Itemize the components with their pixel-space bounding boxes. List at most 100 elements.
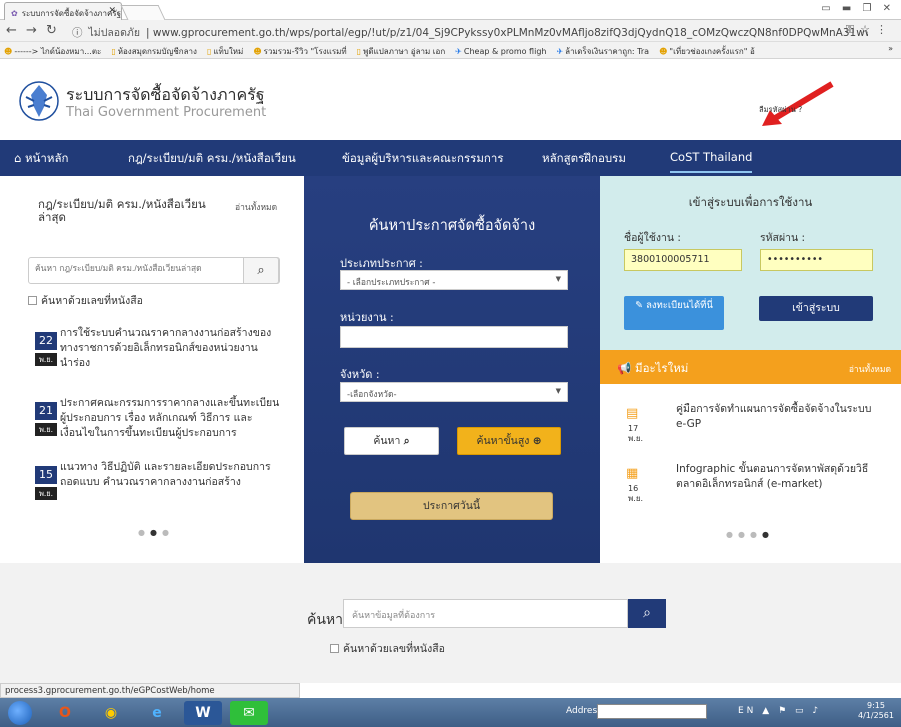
procurement-search-title: ค้นหาประกาศจัดซื้อจัดจ้าง (368, 218, 536, 234)
announce-type-select[interactable]: - เลือกประเภทประกาศ - ▼ (340, 270, 568, 290)
today-announcements-button[interactable]: ประกาศวันนี้ (350, 492, 553, 520)
bookmark-item[interactable]: ✈ Cheap & promo fligh (455, 47, 546, 56)
search-icon[interactable]: ⌕ (243, 257, 279, 284)
item-date: 17 พ.ย. (628, 424, 643, 444)
search-icon: ⌕ (403, 435, 410, 447)
nav-regulations[interactable]: กฎ/ระเบียบ/มติ ครม./หนังสือเวียน (128, 150, 296, 168)
search-button[interactable]: ค้นหา ⌕ (344, 427, 439, 455)
back-icon[interactable]: ← (6, 23, 17, 38)
taskbar-address-input[interactable] (597, 704, 707, 719)
read-all-link[interactable]: อ่านทั้งหมด (235, 200, 277, 214)
bookmark-item[interactable]: ☻ รวมรวม-รีวิว "โรงแรมที่ (253, 45, 346, 58)
whats-new-header: 📢 มีอะไรใหม่ อ่านทั้งหมด (600, 350, 901, 384)
home-icon: ⌂ (14, 151, 22, 165)
item-text[interactable]: Infographic ขั้นตอนการจัดหาพัสดุด้วยวิธี… (676, 462, 876, 492)
browser-status-bar: process3.gprocurement.go.th/eGPCostWeb/h… (0, 683, 300, 698)
site-subtitle: Thai Government Procurement (66, 105, 267, 120)
search-by-number-checkbox[interactable]: ค้นหาด้วยเลขที่หนังสือ (330, 640, 445, 657)
bookmark-item[interactable]: ▯ พูดีแปลภาษา อู่ลาม เอก (357, 45, 445, 58)
agency-label: หน่วยงาน : (340, 308, 394, 327)
windows-taskbar: O ◉ e W ✉ Address EN ▲ ⚑ ▭ ♪ 9:15 4/1/256… (0, 698, 901, 727)
bookmark-item[interactable]: ▯ แท็บใหม่ (207, 45, 243, 58)
bookmark-item[interactable]: ☻ ------> ไกด์น้องหมา...ตะ (4, 45, 101, 58)
plane-icon: ✈ (556, 47, 564, 56)
key-icon[interactable]: ⚿ (846, 23, 860, 36)
search-by-number-checkbox[interactable]: ค้นหาด้วยเลขที่หนังสือ (28, 292, 143, 309)
bookmark-label: Cheap & promo fligh (463, 47, 547, 56)
login-title: เข้าสู่ระบบเพื่อการใช้งาน (688, 195, 813, 209)
site-search-input[interactable]: ค้นหาข้อมูลที่ต้องการ (343, 599, 628, 628)
login-panel: เข้าสู่ระบบเพื่อการใช้งาน ชื่อผู้ใช้งาน … (600, 176, 901, 350)
bookmarks-more-icon[interactable]: » (888, 44, 893, 53)
url-input[interactable]: ⓘ ไม่ปลอดภัย | www.gprocurement.go.th/wps/… (68, 22, 868, 40)
password-field[interactable]: •••••••••• (760, 249, 873, 271)
bookmark-item[interactable]: ☻ "เที่ยวช่องเกงครั้งแรก" อ้ (659, 45, 755, 58)
internet-explorer-icon[interactable]: e (138, 701, 176, 725)
language-indicator[interactable]: EN (738, 706, 756, 716)
clock[interactable]: 9:15 4/1/2561 (858, 701, 894, 721)
info-icon[interactable]: ⓘ (72, 27, 83, 39)
list-item[interactable]: ▦ 16 พ.ย. Infographic ขั้นตอนการจัดหาพัสด… (620, 462, 890, 512)
nav-cost-thailand[interactable]: CoST Thailand (670, 150, 753, 173)
checkbox-box[interactable] (330, 644, 339, 653)
nav-home[interactable]: ⌂ หน้าหลัก (14, 150, 68, 168)
whats-new-read-all[interactable]: อ่านทั้งหมด (849, 362, 891, 376)
chevron-down-icon: ▼ (555, 275, 561, 283)
news-item[interactable]: 22 พ.ย. การใช้ระบบคำนวณราคากลางงานก่อสร้า… (35, 326, 285, 386)
nav-home-label: หน้าหลัก (24, 151, 69, 165)
word-icon[interactable]: W (184, 701, 222, 725)
news-item[interactable]: 21 พ.ย. ประกาศคณะกรรมการราคากลางและขึ้นทะ… (35, 396, 285, 456)
news-text[interactable]: ประกาศคณะกรรมการราคากลางและขึ้นทะเบียนผู… (60, 396, 285, 441)
province-value: -เลือกจังหวัด- (347, 390, 397, 400)
agency-input[interactable] (340, 326, 568, 348)
new-tab-button[interactable] (120, 5, 166, 20)
advanced-search-label: ค้นหาขั้นสูง (476, 435, 530, 447)
bookmark-item[interactable]: ▯ ห้องสมุดกรมบัญชีกลาง (111, 45, 197, 58)
bookmark-label: ล้าเดร็จเงินราคาถูก: Tra (565, 47, 650, 56)
browser-tab[interactable]: ✿ ระบบการจัดซื้อจัดจ้างภาครัฐ ✕ (4, 2, 122, 20)
regulations-search: ⌕ (28, 257, 280, 284)
main-navbar: ⌂ หน้าหลัก กฎ/ระเบียบ/มติ ครม./หนังสือเว… (0, 140, 901, 176)
close-tab-icon[interactable]: ✕ (108, 6, 116, 16)
item-date: 16 พ.ย. (628, 484, 643, 504)
window-controls[interactable]: ▭ ▬ ❐ ✕ (821, 3, 895, 14)
menu-icon[interactable]: ⋮ (876, 23, 893, 36)
megaphone-icon: 📢 (617, 361, 632, 375)
reload-icon[interactable]: ↻ (46, 23, 57, 38)
outlook-icon[interactable]: O (46, 701, 84, 725)
garuda-logo-icon[interactable] (18, 77, 60, 125)
plane-icon: ✈ (455, 47, 462, 56)
chevron-down-icon: ▼ (555, 387, 561, 395)
nav-executives[interactable]: ข้อมูลผู้บริหารและคณะกรรมการ (342, 150, 504, 168)
carousel-dots[interactable]: ●●●● (726, 530, 774, 539)
carousel-dots[interactable]: ●●● (138, 528, 174, 537)
regulations-panel: กฎ/ระเบียบ/มติ ครม./หนังสือเวียนล่าสุด อ… (0, 176, 304, 556)
regulations-search-input[interactable] (35, 263, 235, 273)
list-item[interactable]: ▤ 17 พ.ย. คู่มือการจัดทำแผนการจัดซื้อจัดจ… (620, 402, 890, 452)
line-app-icon[interactable]: ✉ (230, 701, 268, 725)
smile-icon: ☻ (4, 47, 13, 56)
search-icon[interactable]: ⌕ (628, 599, 666, 628)
province-select[interactable]: -เลือกจังหวัด- ▼ (340, 382, 568, 402)
bookmark-item[interactable]: ✈ ล้าเดร็จเงินราคาถูก: Tra (556, 45, 649, 58)
nav-training[interactable]: หลักสูตรฝึกอบรม (542, 150, 626, 168)
chrome-icon[interactable]: ◉ (92, 701, 130, 725)
login-button[interactable]: เข้าสู่ระบบ (759, 296, 873, 321)
star-icon[interactable]: ☆ (860, 23, 876, 36)
advanced-search-button[interactable]: ค้นหาขั้นสูง ⊕ (457, 427, 561, 455)
news-text[interactable]: แนวทาง วิธีปฏิบัติ และรายละเอียดประกอบกา… (60, 460, 285, 490)
start-button-icon[interactable] (8, 701, 32, 725)
address-actions[interactable]: ⚿☆⋮ (846, 23, 893, 37)
forgot-password-link[interactable]: ลืมรหัสผ่าน ? (759, 104, 802, 116)
address-bar: ← → ↻ ⓘ ไม่ปลอดภัย | www.gprocurement.go.t… (0, 20, 901, 42)
date-badge: 21 พ.ย. (35, 402, 57, 436)
username-field[interactable]: 3800100005711 (624, 249, 742, 271)
system-tray[interactable]: EN ▲ ⚑ ▭ ♪ (738, 706, 821, 716)
bookmark-label: รวมรวม-รีวิว "โรงแรมที่ (263, 47, 347, 56)
item-text[interactable]: คู่มือการจัดทำแผนการจัดซื้อจัดจ้างในระบบ… (676, 402, 876, 432)
news-item[interactable]: 15 พ.ย. แนวทาง วิธีปฏิบัติ และรายละเอียดป… (35, 460, 285, 500)
forward-icon[interactable]: → (26, 23, 37, 38)
news-text[interactable]: การใช้ระบบคำนวณราคากลางงานก่อสร้างของทาง… (60, 326, 285, 371)
register-button[interactable]: ✎ ลงทะเบียนได้ที่นี่ (624, 296, 724, 330)
checkbox-box[interactable] (28, 296, 37, 305)
